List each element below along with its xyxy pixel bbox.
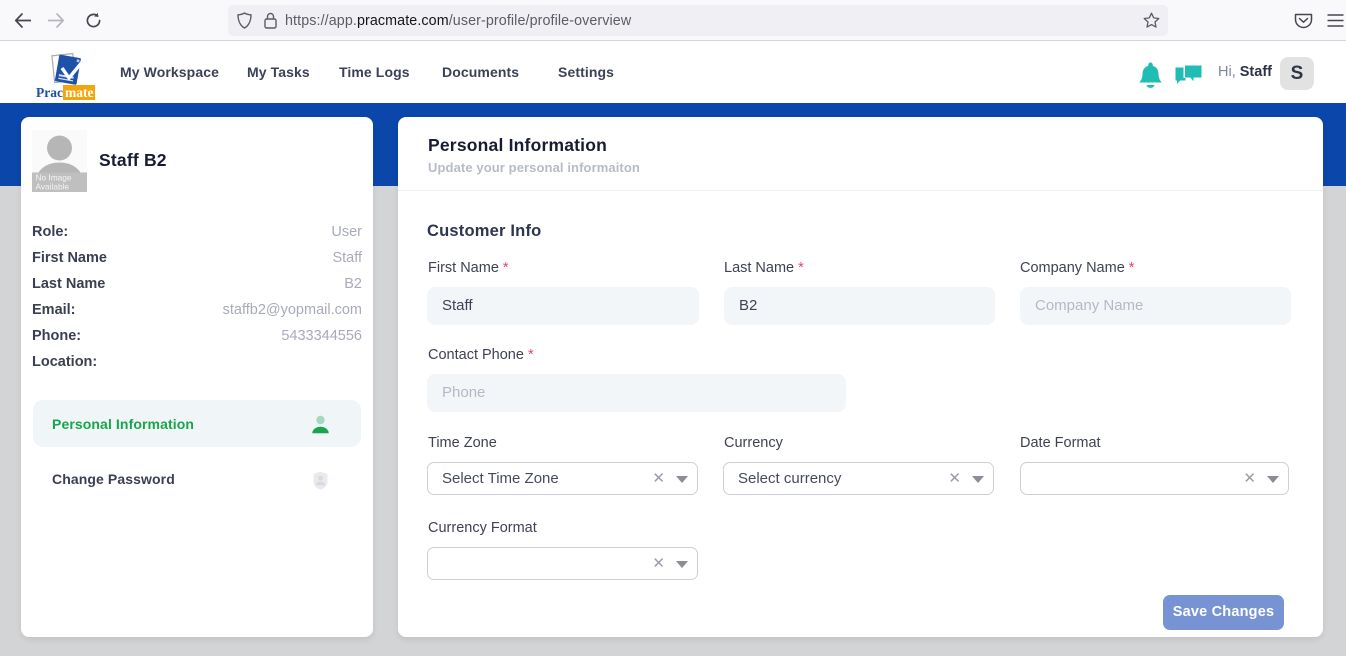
svg-text:Available: Available (36, 182, 70, 192)
